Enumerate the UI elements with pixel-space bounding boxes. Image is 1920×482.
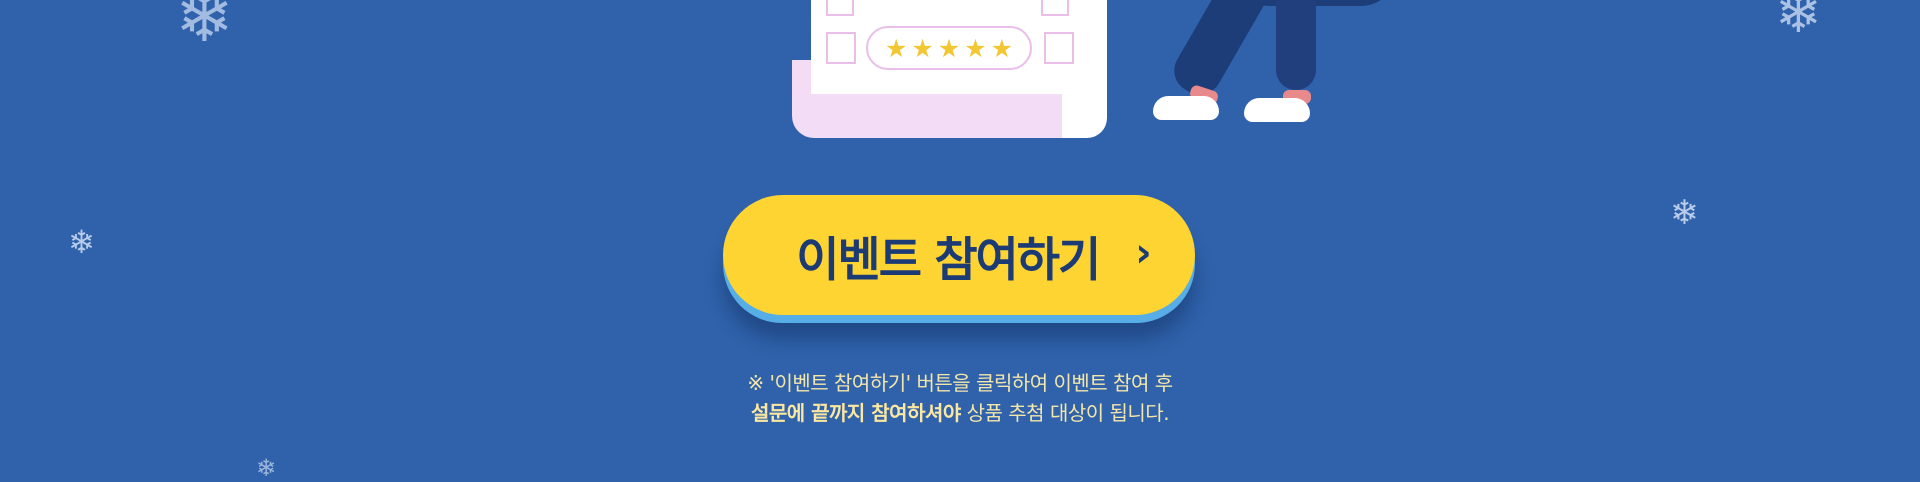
- snowflake-icon: ❄: [1775, 0, 1822, 46]
- cta-container: 이벤트 참여하기 ›: [723, 195, 1195, 323]
- snowflake-icon: ❄: [1670, 193, 1699, 233]
- chevron-right-icon: ›: [1135, 230, 1152, 276]
- star-icon: ★: [964, 33, 987, 63]
- star-icon: ★: [937, 33, 961, 63]
- snowflake-icon: ❄: [68, 223, 95, 261]
- checkbox: [1044, 32, 1074, 64]
- join-event-button-label: 이벤트 참여하기: [796, 232, 1101, 288]
- star-icon: ★: [990, 33, 1014, 63]
- person-leg: [1166, 0, 1278, 103]
- checkbox: [1041, 0, 1069, 16]
- star-rating: ★ ★ ★ ★ ★: [866, 26, 1032, 70]
- participation-notice: ※ '이벤트 참여하기' 버튼을 클릭하여 이벤트 참여 후 설문에 끝까지 참…: [0, 368, 1920, 428]
- x-mark-icon: ✕: [830, 0, 845, 5]
- notice-emphasis: 설문에 끝까지 참여하셔야: [750, 401, 961, 425]
- person-leg: [1276, 0, 1316, 90]
- join-event-button[interactable]: 이벤트 참여하기 ›: [723, 195, 1195, 315]
- person-shoe: [1244, 98, 1310, 122]
- checkbox-marked: ✕: [826, 0, 854, 16]
- notice-line-2: 설문에 끝까지 참여하셔야 상품 추첨 대상이 됩니다.: [0, 398, 1920, 428]
- paper-curl: [792, 94, 1062, 138]
- notice-line-2-rest: 상품 추첨 대상이 됩니다.: [960, 401, 1170, 425]
- person-shoe: [1153, 96, 1219, 120]
- snowflake-icon: ❄: [175, 0, 234, 58]
- star-icon: ★: [911, 33, 934, 63]
- snowflake-icon: ❄: [256, 454, 277, 482]
- notice-line-1: ※ '이벤트 참여하기' 버튼을 클릭하여 이벤트 참여 후: [747, 371, 1173, 395]
- checkbox: [826, 32, 856, 64]
- star-icon: ★: [884, 33, 908, 63]
